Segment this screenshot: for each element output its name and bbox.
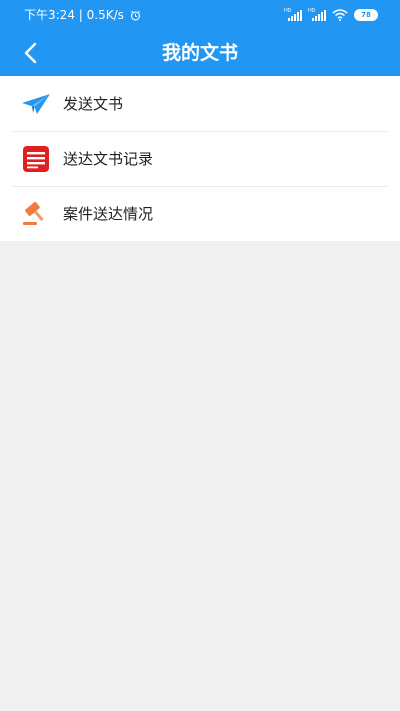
- menu-item-document-records[interactable]: 送达文书记录: [0, 131, 400, 186]
- signal-2: HD: [308, 8, 326, 21]
- signal-bars-icon: [288, 10, 302, 21]
- menu-item-send-document[interactable]: 发送文书: [0, 76, 400, 131]
- status-right: HD HD 78: [284, 0, 378, 30]
- document-record-icon: [22, 145, 50, 173]
- menu-item-label: 送达文书记录: [63, 150, 154, 168]
- wifi-icon: [332, 9, 348, 21]
- signal-bars-icon: [312, 10, 326, 21]
- page-title: 我的文书: [161, 42, 238, 64]
- menu-item-label: 发送文书: [63, 95, 124, 113]
- gavel-icon: [22, 200, 50, 228]
- menu-item-label: 案件送达情况: [63, 205, 154, 223]
- nav-bar: 我的文书: [0, 30, 400, 76]
- status-bar: 下午3:24 | 0.5K/s HD HD 78: [0, 0, 400, 30]
- status-time-speed: 下午3:24 | 0.5K/s: [24, 8, 124, 22]
- status-left: 下午3:24 | 0.5K/s: [24, 0, 141, 30]
- menu-item-case-delivery[interactable]: 案件送达情况: [0, 186, 400, 241]
- paper-plane-icon: [22, 90, 50, 118]
- battery-indicator: 78: [354, 9, 378, 21]
- document-menu: 发送文书 送达文书记录 案件送达情况: [0, 76, 400, 241]
- signal-1: HD: [284, 8, 302, 21]
- alarm-clock-icon: [130, 10, 140, 21]
- app-header: 下午3:24 | 0.5K/s HD HD 78 我的文书: [0, 0, 400, 76]
